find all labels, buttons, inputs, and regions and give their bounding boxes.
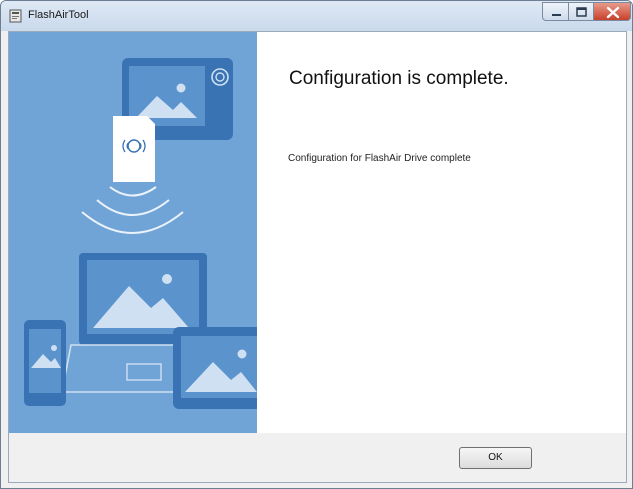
dialog-footer: OK [9,433,626,482]
tablet-icon [173,327,257,409]
close-icon [606,6,620,19]
wireless-waves-icon [81,186,184,234]
app-icon [9,9,23,23]
sd-card-icon [113,116,155,182]
minimize-button[interactable] [542,2,569,21]
window-title: FlashAirTool [28,9,89,21]
content-panel: Configuration is complete. Configuration… [257,32,626,433]
dialog-client-area: Configuration is complete. Configuration… [8,31,627,483]
illustration-panel [9,32,257,433]
completion-message: Configuration for FlashAir Drive complet… [288,153,471,164]
ok-button[interactable]: OK [459,447,532,469]
completion-heading: Configuration is complete. [289,68,509,89]
flashair-illustration [24,58,257,409]
maximize-icon [576,7,587,17]
title-bar[interactable]: FlashAirTool [1,1,632,31]
close-button[interactable] [593,2,631,21]
smartphone-icon [24,320,66,406]
minimize-icon [552,14,561,16]
app-window: FlashAirTool Configuration is complete. … [0,0,633,489]
maximize-button[interactable] [568,2,594,21]
